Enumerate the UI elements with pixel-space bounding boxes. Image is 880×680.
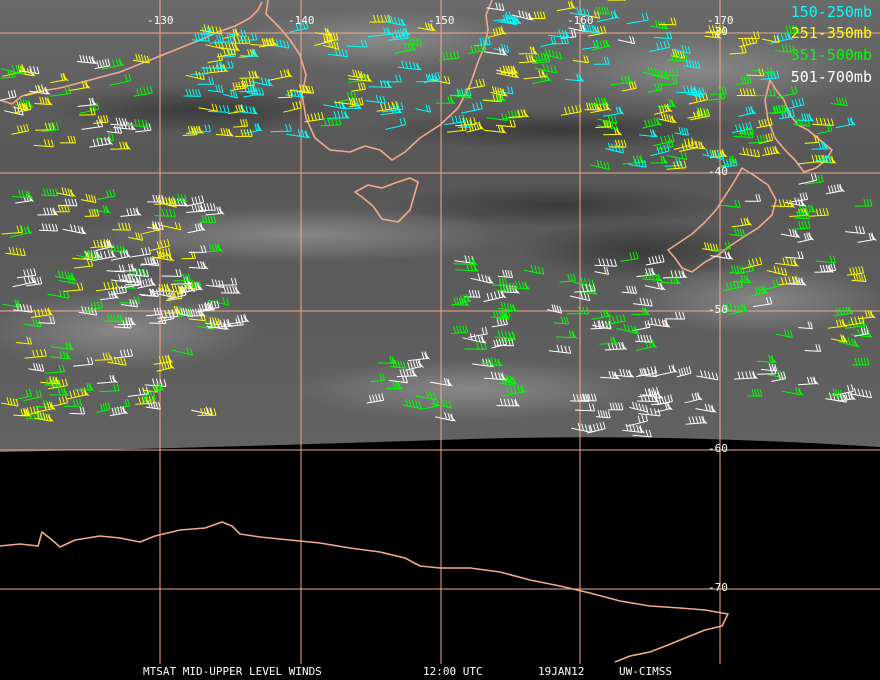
lon-label-140: -140 xyxy=(288,14,315,27)
lat-label-70: -70 xyxy=(708,581,728,594)
lon-label-150: -150 xyxy=(428,14,455,27)
footer-bar: MTSAT MID-UPPER LEVEL WINDS 12:00 UTC 19… xyxy=(0,664,880,680)
legend-351-500mb: 351-500mb xyxy=(790,46,872,64)
legend-150-250mb: 150-250mb xyxy=(790,3,872,21)
map-canvas xyxy=(0,0,880,664)
footer-time: 12:00 UTC xyxy=(423,665,483,678)
lat-label-60: -60 xyxy=(708,442,728,455)
antarctica-coastline xyxy=(0,521,729,663)
lat-label-50: -50 xyxy=(708,303,728,316)
footer-product: MTSAT MID-UPPER LEVEL WINDS xyxy=(143,665,322,678)
legend-251-350mb: 251-350mb xyxy=(790,24,872,42)
footer-date: 19JAN12 xyxy=(538,665,585,678)
lon-label-160: -160 xyxy=(567,14,594,27)
legend-501-700mb: 501-700mb xyxy=(790,68,872,86)
footer-source: UW-CIMSS xyxy=(619,665,672,678)
lon-label-130: -130 xyxy=(147,14,174,27)
satellite-wind-map: -130 -140 -150 -160 -170 -30 -40 -50 -60… xyxy=(0,0,880,680)
lat-label-30: -30 xyxy=(708,25,728,38)
lat-label-40: -40 xyxy=(708,165,728,178)
